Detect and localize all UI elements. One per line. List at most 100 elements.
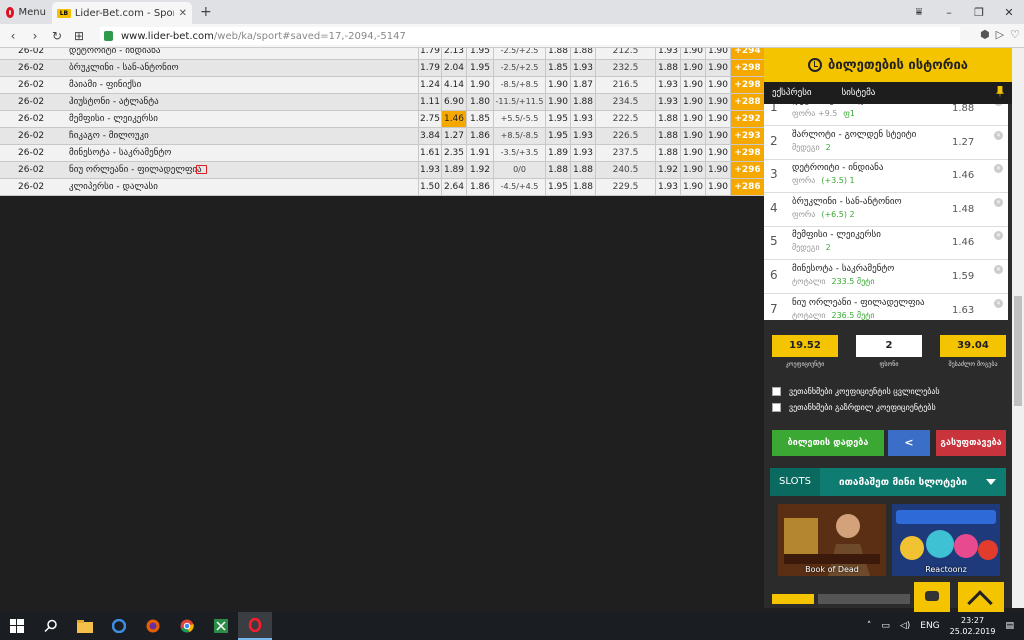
tab-system[interactable]: სისტემა	[842, 88, 876, 98]
odd-o1[interactable]: 2.75	[418, 111, 441, 127]
odd-more[interactable]: +298	[730, 145, 764, 161]
game-book-of-dead[interactable]: Book of Dead	[778, 504, 886, 576]
odd-h2[interactable]: 1.88	[570, 48, 595, 59]
odd-more[interactable]: +293	[730, 128, 764, 144]
odd-t1[interactable]: 1.88	[655, 128, 680, 144]
odd-t2[interactable]: 1.90	[680, 179, 705, 195]
remove-selection-icon[interactable]: ✕	[994, 298, 1003, 308]
odd-o3[interactable]: 1.86	[466, 128, 493, 144]
accept-odds-change-checkbox[interactable]	[772, 386, 781, 396]
accept-odds-change-option[interactable]: ვეთანხმები კოეფიციენტის ცვლილებას	[772, 385, 1008, 397]
odd-more[interactable]: +292	[730, 111, 764, 127]
betslip-item[interactable]: 4 ბრუკლინი - სან-ანტონიო ფორა (+6.5) 2 1.48 ✕	[764, 194, 1008, 227]
odd-t3[interactable]: 1.90	[705, 48, 730, 59]
odd-o1[interactable]: 1.79	[418, 48, 441, 59]
odd-h1[interactable]: 1.90	[545, 94, 570, 110]
odd-t2[interactable]: 1.90	[680, 48, 705, 59]
odd-o3[interactable]: 1.95	[466, 48, 493, 59]
odd-t1[interactable]: 1.88	[655, 111, 680, 127]
match-name[interactable]: ბრუკლინი - სან-ანტონიო	[66, 60, 218, 76]
odd-o2[interactable]: 1.89	[441, 162, 466, 178]
odd-h2[interactable]: 1.88	[570, 94, 595, 110]
live-tv-icon[interactable]	[196, 165, 207, 174]
game-reactoonz[interactable]: Reactoonz	[892, 504, 1000, 576]
odd-more[interactable]: +286	[730, 179, 764, 195]
odd-o2[interactable]: 2.35	[441, 145, 466, 161]
match-name[interactable]: მაიამი - ფინიქსი	[66, 77, 218, 93]
back-icon[interactable]: ‹	[4, 29, 22, 43]
betslip-item[interactable]: 1 დეტროიტი - ინდიანა ფორა +9.5 ფ1 1.88 ✕	[764, 104, 1008, 126]
place-bet-button[interactable]: ბილეთის დადება	[772, 430, 884, 456]
odd-o2[interactable]: 1.46	[441, 111, 466, 127]
clock[interactable]: 23:27 25.02.2019	[950, 615, 996, 637]
odd-h2[interactable]: 1.93	[570, 60, 595, 76]
remove-selection-icon[interactable]: ✕	[994, 197, 1003, 207]
close-window-icon[interactable]: ✕	[994, 6, 1024, 19]
odd-h1[interactable]: 1.88	[545, 48, 570, 59]
betslip-item[interactable]: 5 მემფისი - ლეიკერსი მედეგი 2 1.46 ✕	[764, 227, 1008, 261]
restore-icon[interactable]: ❐	[964, 6, 994, 19]
odd-o1[interactable]: 1.50	[418, 179, 441, 195]
odd-o3[interactable]: 1.95	[466, 60, 493, 76]
excel-like-button[interactable]	[204, 612, 238, 640]
tab-express[interactable]: ექსპრესი	[772, 88, 812, 98]
odd-t1[interactable]: 1.93	[655, 179, 680, 195]
start-button[interactable]	[0, 612, 34, 640]
odd-t3[interactable]: 1.90	[705, 111, 730, 127]
odd-h2[interactable]: 1.88	[570, 179, 595, 195]
odd-h2[interactable]: 1.93	[570, 111, 595, 127]
odd-o3[interactable]: 1.80	[466, 94, 493, 110]
network-icon[interactable]: ▭	[881, 621, 890, 631]
remove-selection-icon[interactable]: ✕	[994, 231, 1003, 241]
odd-t1[interactable]: 1.92	[655, 162, 680, 178]
accept-higher-odds-checkbox[interactable]	[772, 402, 781, 412]
odd-t2[interactable]: 1.90	[680, 60, 705, 76]
odd-o1[interactable]: 3.84	[418, 128, 441, 144]
remove-selection-icon[interactable]: ✕	[994, 130, 1003, 140]
volume-icon[interactable]: ◁)	[900, 621, 910, 631]
odd-t3[interactable]: 1.90	[705, 128, 730, 144]
file-explorer-button[interactable]	[68, 612, 102, 640]
odd-o3[interactable]: 1.85	[466, 111, 493, 127]
match-name[interactable]: ჰიუსტონი - ატლანტა	[66, 94, 218, 110]
odd-t1[interactable]: 1.93	[655, 94, 680, 110]
odd-more[interactable]: +298	[730, 60, 764, 76]
odd-t2[interactable]: 1.90	[680, 162, 705, 178]
odd-h1[interactable]: 1.95	[545, 128, 570, 144]
odd-o3[interactable]: 1.86	[466, 179, 493, 195]
footer-tab[interactable]	[818, 594, 910, 604]
remove-selection-icon[interactable]: ✕	[994, 164, 1003, 174]
odd-t3[interactable]: 1.90	[705, 179, 730, 195]
scroll-top-button[interactable]	[958, 582, 1004, 616]
chrome-button[interactable]	[170, 612, 204, 640]
odd-h1[interactable]: 1.89	[545, 145, 570, 161]
odd-more[interactable]: +298	[730, 77, 764, 93]
match-name[interactable]: კლიპერსი - დალასი	[66, 179, 218, 195]
new-tab-button[interactable]: +	[200, 4, 212, 20]
odd-t3[interactable]: 1.90	[705, 60, 730, 76]
odd-o1[interactable]: 1.11	[418, 94, 441, 110]
match-name[interactable]: დეტროიტი - ინდიანა	[66, 48, 218, 59]
minimize-icon[interactable]: –	[934, 6, 964, 19]
odd-o2[interactable]: 2.64	[441, 179, 466, 195]
notifications-icon[interactable]: ▤	[1005, 621, 1014, 631]
odd-h1[interactable]: 1.95	[545, 111, 570, 127]
ticket-history-header[interactable]: ბილეთების ისტორია	[764, 48, 1012, 82]
odd-o3[interactable]: 1.90	[466, 77, 493, 93]
heart-icon[interactable]: ♡	[1010, 28, 1020, 41]
odd-more[interactable]: +294	[730, 48, 764, 59]
odd-h1[interactable]: 1.85	[545, 60, 570, 76]
odd-h1[interactable]: 1.88	[545, 162, 570, 178]
footer-tab-active[interactable]	[772, 594, 814, 604]
odd-h2[interactable]: 1.93	[570, 128, 595, 144]
match-name[interactable]: ჩიკაგო - მილოუკი	[66, 128, 218, 144]
browser-tab[interactable]: LB Lider-Bet.com - Sports and ✕	[52, 2, 192, 24]
send-icon[interactable]: ▷	[996, 28, 1004, 41]
scrollbar-thumb[interactable]	[1014, 296, 1022, 406]
odd-t2[interactable]: 1.90	[680, 111, 705, 127]
clear-button[interactable]: გასუფთავება	[936, 430, 1006, 456]
odd-o2[interactable]: 6.90	[441, 94, 466, 110]
forward-icon[interactable]: ›	[26, 29, 44, 43]
odd-more[interactable]: +288	[730, 94, 764, 110]
slots-bar[interactable]: SLOTS ითამაშეთ მინი სლოტები	[770, 468, 1006, 496]
